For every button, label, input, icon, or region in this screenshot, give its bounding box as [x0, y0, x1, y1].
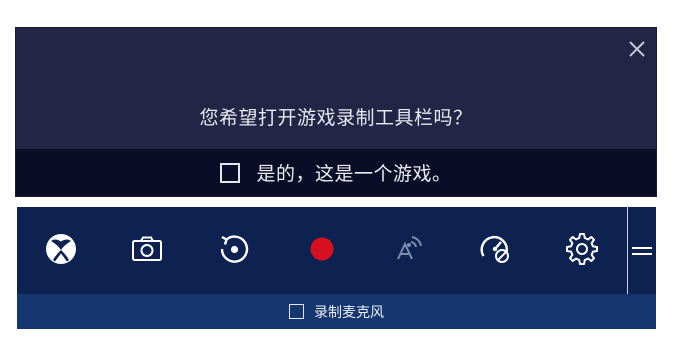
camera-icon: [132, 236, 162, 261]
gear-icon: [566, 233, 598, 265]
broadcast-icon: [397, 236, 422, 260]
checkbox-box[interactable]: [220, 162, 241, 183]
record-mic-checkbox[interactable]: 录制麦克风: [289, 302, 384, 322]
replay-icon: [220, 235, 249, 263]
is-game-checkbox[interactable]: 是的，这是一个游戏。: [220, 159, 451, 186]
broadcast-button[interactable]: [389, 229, 429, 269]
screenshot-button[interactable]: [127, 229, 167, 269]
gamebar-prompt-dialog: 您希望打开游戏录制工具栏吗？ 是的，这是一个游戏。: [16, 28, 656, 196]
toolbar-divider: [627, 207, 628, 294]
close-button[interactable]: [626, 38, 648, 60]
settings-button[interactable]: [562, 229, 602, 269]
xbox-button[interactable]: [41, 229, 81, 269]
drag-handle-icon: [632, 247, 652, 255]
prompt-question: 您希望打开游戏录制工具栏吗？: [199, 107, 473, 129]
record-dot-icon: [310, 237, 334, 261]
xbox-logo-icon: [46, 234, 76, 264]
is-game-checkbox-label[interactable]: 是的，这是一个游戏。: [256, 159, 451, 186]
mic-row: 录制麦克风: [17, 294, 656, 329]
checkbox-box[interactable]: [289, 304, 304, 319]
game-bar: 录制麦克风: [17, 207, 656, 329]
record-button[interactable]: [302, 229, 342, 269]
record-mic-label[interactable]: 录制麦克风: [314, 302, 384, 322]
game-bar-toolbar: [17, 207, 656, 294]
game-mode-button[interactable]: [475, 229, 515, 269]
close-icon: [629, 41, 645, 57]
drag-handle[interactable]: [630, 243, 654, 257]
screen: 您希望打开游戏录制工具栏吗？ 是的，这是一个游戏。 录制麦克风: [0, 0, 676, 353]
prompt-footer: 是的，这是一个游戏。: [16, 149, 656, 196]
game-mode-icon: [480, 235, 509, 263]
record-that-button[interactable]: [214, 229, 254, 269]
